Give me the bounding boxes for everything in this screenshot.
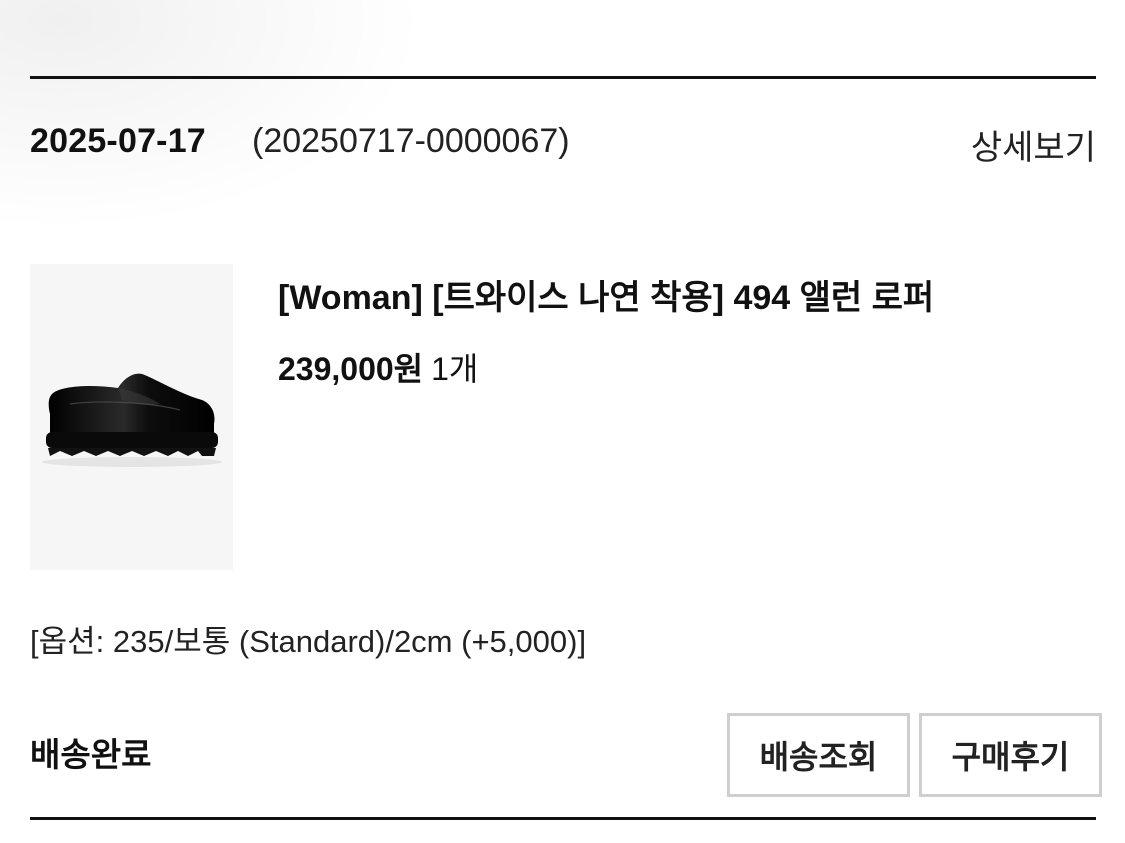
product-name[interactable]: [Woman] [트와이스 나연 착용] 494 앨런 로퍼: [278, 270, 934, 319]
view-details-link[interactable]: 상세보기: [971, 120, 1096, 169]
order-number: (20250717-0000067): [252, 122, 570, 160]
product-option: [옵션: 235/보통 (Standard)/2cm (+5,000)]: [30, 624, 587, 659]
track-shipment-button[interactable]: 배송조회: [727, 713, 910, 797]
shipping-status: 배송완료: [30, 736, 152, 773]
product-price: 239,000원: [278, 351, 424, 387]
write-review-button[interactable]: 구매후기: [919, 713, 1102, 797]
product-quantity: 1개: [431, 351, 479, 387]
bottom-divider: [30, 817, 1096, 820]
order-header: 2025-07-17 (20250717-0000067) 상세보기: [30, 118, 1096, 168]
product-price-quantity: 239,000원 1개: [278, 344, 478, 390]
product-thumbnail[interactable]: [30, 264, 233, 570]
top-divider: [30, 76, 1096, 79]
order-date: 2025-07-17: [30, 122, 206, 160]
loafer-shoe-icon: [42, 373, 222, 467]
